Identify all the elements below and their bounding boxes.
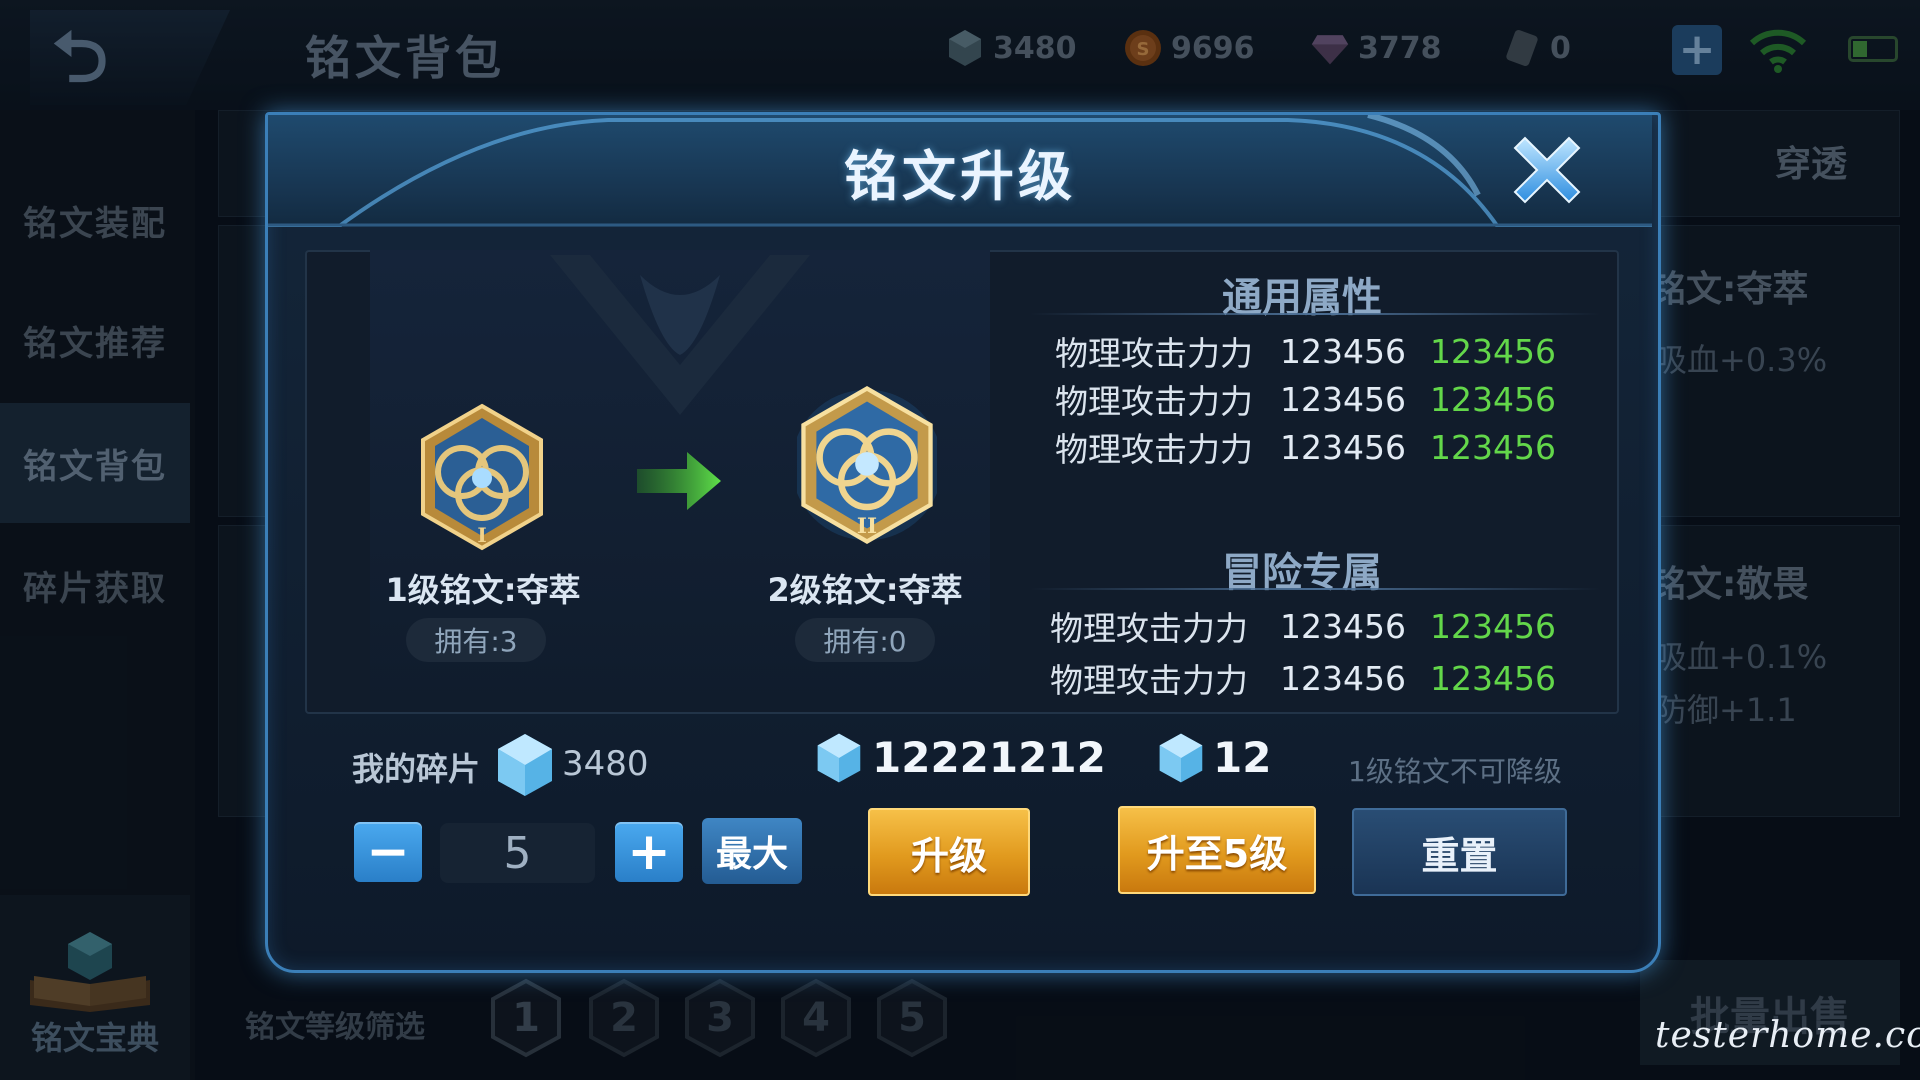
current-rune-name: 1级铭文:夺萃: [385, 571, 581, 609]
single-cost-value: 12: [1213, 733, 1272, 782]
max-button[interactable]: 最大: [702, 818, 802, 884]
rune-level-1-icon: I: [421, 403, 543, 551]
rune-level-mark: II: [857, 514, 877, 539]
stat-row: 物理攻击力力 123456 123456: [1055, 427, 1556, 470]
next-rune-name: 2级铭文:夺萃: [767, 571, 963, 609]
current-rune-owned: 拥有:3: [406, 618, 546, 662]
stat-row: 物理攻击力力 123456 123456: [1055, 331, 1556, 374]
rune-level-mark: I: [477, 523, 486, 547]
fragment-icon: [498, 734, 552, 796]
general-stats-list: 物理攻击力力 123456 123456 物理攻击力力 123456 12345…: [1055, 327, 1556, 471]
fragment-icon: [1159, 733, 1203, 783]
dialog-title: 铭文升级: [844, 145, 1076, 208]
no-downgrade-hint: 1级铭文不可降级: [1348, 755, 1562, 788]
upgrade-to-level-5-button[interactable]: 升至5级: [1118, 806, 1316, 894]
increase-button[interactable]: +: [615, 822, 683, 882]
fragment-icon: [817, 733, 861, 783]
close-x-icon[interactable]: [1505, 128, 1589, 212]
stat-row: 物理攻击力力 123456 123456: [1050, 606, 1556, 649]
next-rune-owned: 拥有:0: [795, 618, 935, 662]
section-divider: [1030, 588, 1600, 590]
adventure-stats-list: 物理攻击力力 123456 123456 物理攻击力力 123456 12345…: [1050, 600, 1556, 704]
total-cost-value: 12221212: [872, 733, 1106, 782]
my-fragments-label: 我的碎片: [352, 750, 481, 788]
decrease-button[interactable]: −: [354, 822, 422, 882]
plus-icon: +: [627, 822, 671, 882]
section-divider: [1030, 313, 1600, 315]
rune-level-2-icon: II: [797, 386, 937, 544]
green-arrow-icon: [637, 452, 721, 510]
upgrade-button[interactable]: 升级: [868, 808, 1030, 896]
quantity-field[interactable]: 5: [440, 823, 595, 883]
watermark: testerhome.com: [1655, 1015, 1920, 1056]
minus-icon: −: [366, 822, 410, 882]
stat-row: 物理攻击力力 123456 123456: [1050, 658, 1556, 701]
emblem-decoration: [550, 255, 810, 415]
my-fragments-value: 3480: [562, 744, 649, 784]
stat-row: 物理攻击力力 123456 123456: [1055, 379, 1556, 422]
reset-button[interactable]: 重置: [1352, 808, 1567, 896]
